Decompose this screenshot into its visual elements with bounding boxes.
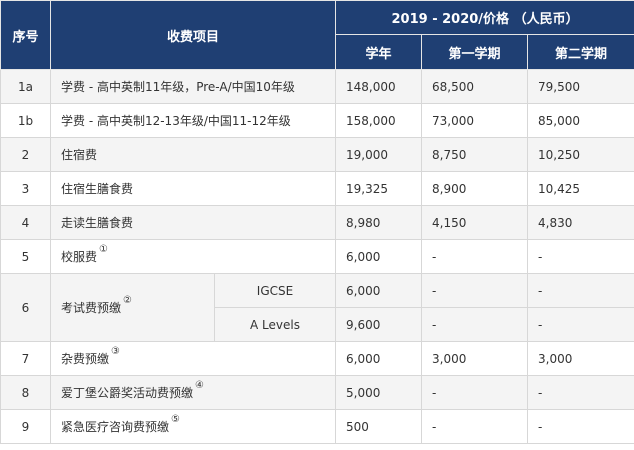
row-item: 考试费预缴 [61, 301, 122, 315]
row-item: 住宿费 [49, 137, 337, 172]
row-item-cell: 考试费预缴② [50, 273, 215, 342]
row-number: 9 [0, 409, 51, 444]
row-sem2: - [527, 375, 634, 410]
row-number: 1b [0, 103, 51, 138]
row-year: 19,325 [335, 171, 423, 206]
row-sem1: 3,000 [421, 341, 529, 376]
table-row: 7 杂费预缴③ 6,000 3,000 3,000 [0, 341, 634, 376]
row-year: 9,600 [335, 307, 423, 342]
row-item: 学费 - 高中英制12-13年级/中国11-12年级 [49, 103, 337, 138]
row-item-cell: 爱丁堡公爵奖活动费预缴④ [49, 375, 337, 410]
row-number: 6 [0, 273, 51, 342]
sub-item-label: A Levels [213, 307, 337, 342]
row-item-cell: 校服费① [49, 239, 337, 274]
row-number: 5 [0, 239, 51, 274]
row-year: 6,000 [335, 239, 423, 274]
header-sem1: 第一学期 [421, 34, 529, 70]
table-row: 8 爱丁堡公爵奖活动费预缴④ 5,000 - - [0, 375, 634, 410]
row-year: 148,000 [335, 69, 423, 104]
row-item: 住宿生膳食费 [49, 171, 337, 206]
row-sem1: - [421, 409, 529, 444]
row-sem2: 10,250 [527, 137, 634, 172]
table-row: 2 住宿费 19,000 8,750 10,250 [0, 137, 634, 172]
row-sem1: - [421, 273, 529, 308]
header-year: 学年 [335, 34, 423, 70]
table-row: 6 考试费预缴② IGCSE 6,000 - - [0, 273, 634, 342]
row-item: 走读生膳食费 [49, 205, 337, 240]
row-sem2: 85,000 [527, 103, 634, 138]
row-sem2: - [527, 409, 634, 444]
row-year: 6,000 [335, 273, 423, 308]
row-sem1: 4,150 [421, 205, 529, 240]
row-number: 3 [0, 171, 51, 206]
row-number: 8 [0, 375, 51, 410]
sub-item-label: IGCSE [213, 273, 337, 308]
row-year: 19,000 [335, 137, 423, 172]
row-number: 7 [0, 341, 51, 376]
footnote-marker: ④ [195, 380, 204, 391]
row-sem2: 3,000 [527, 341, 634, 376]
row-sem2: - [527, 239, 634, 274]
row-sem1: - [421, 307, 529, 342]
row-sem1: - [421, 375, 529, 410]
row-sem2: 79,500 [527, 69, 634, 104]
footnote-marker: ⑤ [171, 414, 180, 425]
row-item-cell: 杂费预缴③ [49, 341, 337, 376]
footnote-marker: ② [123, 295, 132, 306]
fee-table: 序号 收费项目 2019 - 2020/价格 （人民币） 学年 第一学期 第二学… [0, 0, 634, 444]
row-number: 2 [0, 137, 51, 172]
row-item: 杂费预缴 [61, 352, 110, 366]
header-price-group: 2019 - 2020/价格 （人民币） [335, 0, 634, 35]
header-seq: 序号 [0, 0, 51, 70]
row-sem2: - [527, 273, 634, 308]
row-year: 158,000 [335, 103, 423, 138]
row-sem1: 8,900 [421, 171, 529, 206]
row-number: 4 [0, 205, 51, 240]
table-row: 5 校服费① 6,000 - - [0, 239, 634, 274]
row-sem1: 73,000 [421, 103, 529, 138]
row-year: 8,980 [335, 205, 423, 240]
row-sem1: 8,750 [421, 137, 529, 172]
table-row: 1b 学费 - 高中英制12-13年级/中国11-12年级 158,000 73… [0, 103, 634, 138]
table-row: 9 紧急医疗咨询费预缴⑤ 500 - - [0, 409, 634, 444]
row-sem2: - [527, 307, 634, 342]
row-item: 学费 - 高中英制11年级，Pre-A/中国10年级 [49, 69, 337, 104]
table-row: 4 走读生膳食费 8,980 4,150 4,830 [0, 205, 634, 240]
footnote-marker: ① [99, 244, 108, 255]
row-item: 爱丁堡公爵奖活动费预缴 [61, 386, 194, 400]
table-row: 3 住宿生膳食费 19,325 8,900 10,425 [0, 171, 634, 206]
header-item: 收费项目 [49, 0, 337, 70]
table-row: 1a 学费 - 高中英制11年级，Pre-A/中国10年级 148,000 68… [0, 69, 634, 104]
row-sem1: 68,500 [421, 69, 529, 104]
row-year: 6,000 [335, 341, 423, 376]
row-item: 校服费 [61, 250, 98, 264]
row-sem2: 10,425 [527, 171, 634, 206]
row-sem1: - [421, 239, 529, 274]
footnote-marker: ③ [111, 346, 120, 357]
row-sem2: 4,830 [527, 205, 634, 240]
row-item: 紧急医疗咨询费预缴 [61, 420, 170, 434]
row-year: 500 [335, 409, 423, 444]
row-year: 5,000 [335, 375, 423, 410]
row-item-cell: 紧急医疗咨询费预缴⑤ [49, 409, 337, 444]
header-sem2: 第二学期 [527, 34, 634, 70]
row-number: 1a [0, 69, 51, 104]
